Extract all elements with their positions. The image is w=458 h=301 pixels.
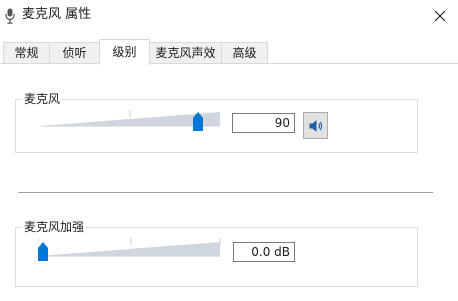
title-bar: 麦克风 属性 xyxy=(0,0,458,32)
window-title: 麦克风 属性 xyxy=(22,7,92,22)
slider-thumb xyxy=(38,242,48,261)
close-button[interactable] xyxy=(422,0,458,32)
close-icon xyxy=(434,10,446,22)
tab-microphone-effects[interactable]: 麦克风声效 xyxy=(149,42,222,63)
tab-listen[interactable]: 侦听 xyxy=(49,42,100,63)
microphone-group-label: 麦克风 xyxy=(22,92,63,106)
tab-strip: 常规 侦听 级别 麦克风声效 高级 xyxy=(0,32,458,65)
microphone-level-slider[interactable] xyxy=(40,108,222,136)
properties-dialog: 麦克风 属性 常规 侦听 级别 麦克风声效 高级 麦克风 90 麦克风加强 0.… xyxy=(0,0,458,301)
tab-advanced[interactable]: 高级 xyxy=(221,42,268,63)
microphone-boost-slider[interactable] xyxy=(38,236,222,266)
section-divider xyxy=(18,192,433,193)
tab-general[interactable]: 常规 xyxy=(3,42,50,63)
mute-toggle-button[interactable] xyxy=(303,112,328,139)
speaker-icon xyxy=(309,119,322,132)
microphone-boost-field[interactable]: 0.0 dB xyxy=(233,242,295,262)
tab-divider xyxy=(0,63,458,64)
microphone-level-field[interactable]: 90 xyxy=(232,113,295,133)
slider-track xyxy=(38,242,220,256)
microphone-boost-label: 麦克风加强 xyxy=(22,220,87,234)
microphone-icon xyxy=(5,8,15,24)
tab-levels[interactable]: 级别 xyxy=(99,39,150,65)
